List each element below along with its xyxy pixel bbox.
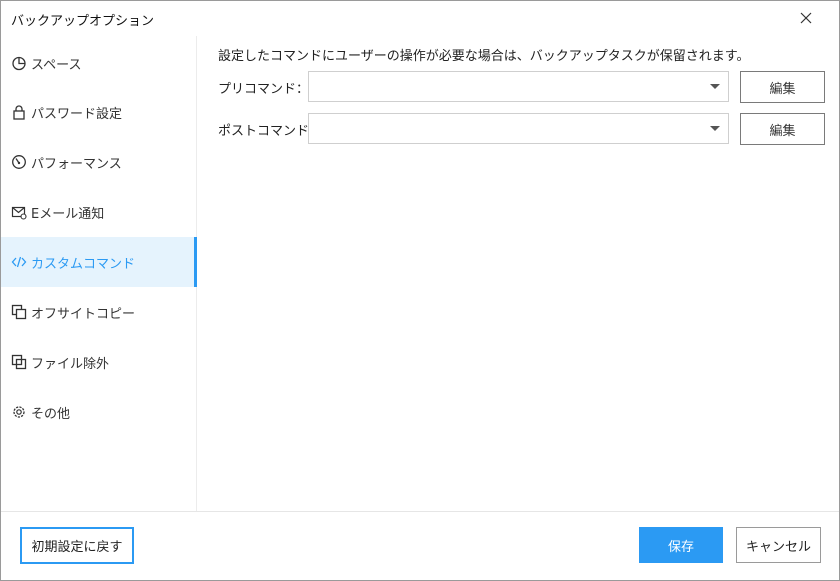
sidebar-item-label: Eメール通知 (31, 206, 105, 222)
post-command-edit-button[interactable]: 編集 (740, 113, 825, 145)
close-button[interactable] (795, 7, 817, 29)
sidebar: スペース パスワード設定 パフォーマンス Eメール通知 カスタムコマンド オフサ… (1, 36, 197, 511)
pre-command-select[interactable] (308, 71, 729, 102)
pie-chart-icon (10, 54, 28, 72)
sidebar-item-other[interactable]: その他 (1, 387, 197, 437)
sidebar-item-space[interactable]: スペース (1, 38, 197, 88)
exclude-files-icon (10, 353, 28, 371)
close-icon (800, 12, 812, 24)
sidebar-item-label: カスタムコマンド (31, 256, 136, 272)
sidebar-item-performance[interactable]: パフォーマンス (1, 137, 197, 187)
sidebar-item-label: その他 (31, 406, 71, 422)
sidebar-item-label: オフサイトコピー (31, 306, 136, 322)
dialog-window: バックアップオプション スペース パスワード設定 パフォーマンス Eメール通知 … (0, 0, 840, 581)
sidebar-item-password[interactable]: パスワード設定 (1, 87, 197, 137)
speedometer-icon (10, 153, 28, 171)
pre-command-label: プリコマンド： (218, 82, 310, 97)
post-command-select[interactable] (308, 113, 729, 144)
sidebar-item-label: スペース (31, 57, 82, 73)
code-icon (10, 253, 28, 271)
window-title: バックアップオプション (11, 14, 155, 29)
sidebar-item-file-exclusion[interactable]: ファイル除外 (1, 337, 197, 387)
sidebar-item-label: パスワード設定 (31, 106, 123, 122)
chevron-down-icon (710, 126, 720, 131)
sidebar-item-custom-command[interactable]: カスタムコマンド (1, 237, 197, 287)
post-command-label: ポストコマンド： (218, 124, 323, 139)
sidebar-item-label: パフォーマンス (31, 156, 122, 172)
copy-icon (10, 303, 28, 321)
save-button[interactable]: 保存 (639, 527, 723, 563)
chevron-down-icon (710, 84, 720, 89)
notice-text: 設定したコマンドにユーザーの操作が必要な場合は、バックアップタスクが保留されます… (218, 49, 750, 64)
main-content: 設定したコマンドにユーザーの操作が必要な場合は、バックアップタスクが保留されます… (198, 36, 840, 511)
sidebar-item-label: ファイル除外 (31, 356, 110, 372)
sidebar-item-email[interactable]: Eメール通知 (1, 187, 197, 237)
footer-bar: 初期設定に戻す 保存 キャンセル (1, 511, 839, 581)
lock-icon (10, 103, 28, 121)
sidebar-item-offsite-copy[interactable]: オフサイトコピー (1, 287, 197, 337)
pre-command-edit-button[interactable]: 編集 (740, 71, 825, 103)
title-bar: バックアップオプション (1, 1, 839, 35)
reset-defaults-button[interactable]: 初期設定に戻す (20, 527, 134, 564)
mail-alert-icon (10, 203, 28, 221)
gear-icon (10, 403, 28, 421)
cancel-button[interactable]: キャンセル (736, 527, 821, 563)
